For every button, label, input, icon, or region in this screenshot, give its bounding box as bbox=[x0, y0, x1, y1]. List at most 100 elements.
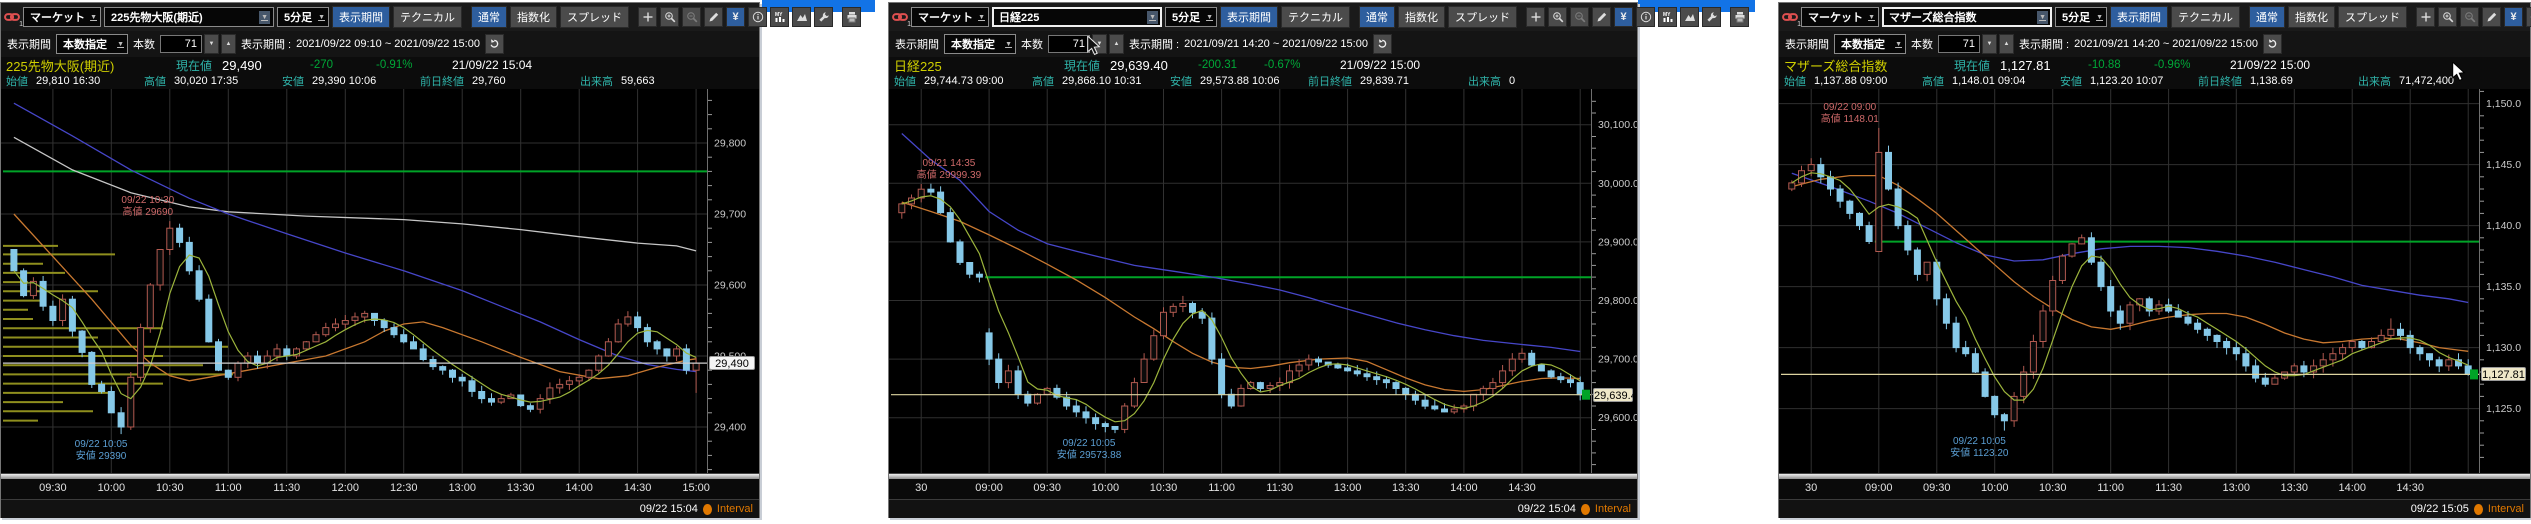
count-mode-value: 本数指定 bbox=[63, 36, 107, 52]
time-axis-label: 10:00 bbox=[91, 482, 131, 494]
chart-annotation: 09/22 10:05安値 29573.88 bbox=[1041, 438, 1137, 462]
crosshair-icon[interactable] bbox=[638, 7, 657, 27]
count-decrement-button[interactable]: ▼ bbox=[1982, 34, 1997, 54]
timeframe-select[interactable]: 5分足▼ bbox=[2055, 7, 2107, 27]
market-select[interactable]: マーケット▼ bbox=[911, 7, 989, 27]
link-group-icon[interactable]: 1 bbox=[4, 9, 20, 25]
current-price-caption: 現在値 bbox=[1064, 57, 1110, 74]
reset-period-icon[interactable] bbox=[1373, 34, 1392, 54]
crosshair-icon[interactable] bbox=[2416, 7, 2435, 27]
link-group-icon[interactable]: 1 bbox=[1782, 9, 1798, 25]
bar-count-input[interactable]: 71 bbox=[160, 35, 202, 53]
count-increment-button[interactable]: ▲ bbox=[1999, 34, 2014, 54]
ohlc-value: 1,123.20 10:07 bbox=[2090, 75, 2178, 87]
count-mode-select[interactable]: 本数指定▼ bbox=[56, 34, 128, 54]
current-price-value: 29,639.40 bbox=[1110, 58, 1198, 73]
quote-row: 日経225 現在値 29,639.40 -200.31 -0.67% 21/09… bbox=[889, 57, 1637, 73]
market-select[interactable]: マーケット▼ bbox=[23, 7, 101, 27]
ohlc-label: 始値 bbox=[6, 73, 28, 89]
timeframe-select[interactable]: 5分足▼ bbox=[1165, 7, 1217, 27]
index-mode-button[interactable]: 指数化 bbox=[1398, 6, 1445, 28]
chart-window: 1 マーケット▼ マザーズ総合指数▼ 5分足▼ 表示期間 テクニカル 通常 指数… bbox=[1778, 2, 2531, 518]
symbol-select[interactable]: 225先物大阪(期近)▼ bbox=[104, 7, 274, 27]
normal-mode-button[interactable]: 通常 bbox=[2249, 6, 2285, 28]
draw-pencil-icon[interactable] bbox=[704, 7, 723, 27]
status-bar: 09/22 15:04 Interval bbox=[889, 499, 1637, 518]
timeframe-select[interactable]: 5分足▼ bbox=[277, 7, 329, 27]
candlestick-chart[interactable]: 29,80029,70029,60029,50029,400 bbox=[1, 89, 759, 473]
info-icon[interactable] bbox=[748, 7, 767, 27]
spread-mode-button[interactable]: スプレッド bbox=[2338, 6, 2407, 28]
ohlc-value: 71,472,400 bbox=[2399, 75, 2487, 87]
yen-price-icon[interactable]: ¥ bbox=[2504, 7, 2523, 27]
status-dot-icon bbox=[1581, 504, 1590, 515]
yen-price-icon[interactable]: ¥ bbox=[726, 7, 745, 27]
draw-pencil-icon[interactable] bbox=[2482, 7, 2501, 27]
normal-mode-button[interactable]: 通常 bbox=[1359, 6, 1395, 28]
count-increment-button[interactable]: ▲ bbox=[1109, 34, 1124, 54]
candlestick-chart[interactable]: 1,150.01,145.01,140.01,135.01,130.01,125… bbox=[1779, 89, 2530, 473]
print-icon[interactable] bbox=[1730, 7, 1749, 27]
symbol-select[interactable]: 日経225▼ bbox=[992, 7, 1162, 27]
technical-button[interactable]: テクニカル bbox=[393, 6, 462, 28]
print-icon[interactable] bbox=[842, 7, 861, 27]
svg-text:29,700: 29,700 bbox=[714, 209, 746, 221]
zoom-in-icon[interactable] bbox=[1548, 7, 1567, 27]
ohlc-value: 1,148.01 09:04 bbox=[1952, 75, 2040, 87]
reset-period-icon[interactable] bbox=[485, 34, 504, 54]
count-mode-select[interactable]: 本数指定▼ bbox=[1834, 34, 1906, 54]
svg-text:29,600.0: 29,600.0 bbox=[1598, 412, 1637, 424]
settings-wrench-icon[interactable] bbox=[814, 7, 833, 27]
link-group-icon[interactable]: 1 bbox=[892, 9, 908, 25]
reset-period-icon[interactable] bbox=[2263, 34, 2282, 54]
time-axis-label: 11:30 bbox=[1260, 482, 1300, 494]
info-icon[interactable] bbox=[1636, 7, 1655, 27]
mountain-chart-icon[interactable] bbox=[792, 7, 811, 27]
chart-toolbar: 1 マーケット▼ 日経225▼ 5分足▼ 表示期間 テクニカル 通常 指数化 ス… bbox=[889, 3, 1637, 31]
settings-wrench-icon[interactable] bbox=[1702, 7, 1721, 27]
display-period-button[interactable]: 表示期間 bbox=[332, 6, 390, 28]
display-period-button[interactable]: 表示期間 bbox=[2110, 6, 2168, 28]
svg-text:29,900.0: 29,900.0 bbox=[1598, 236, 1637, 248]
index-mode-button[interactable]: 指数化 bbox=[510, 6, 557, 28]
time-axis-label: 11:30 bbox=[267, 482, 307, 494]
svg-text:30,100.0: 30,100.0 bbox=[1598, 119, 1637, 131]
zoom-in-icon[interactable] bbox=[660, 7, 679, 27]
time-axis-label: 14:30 bbox=[2390, 482, 2430, 494]
mountain-chart-icon[interactable] bbox=[1680, 7, 1699, 27]
technical-button[interactable]: テクニカル bbox=[1281, 6, 1350, 28]
info-icon[interactable] bbox=[2526, 7, 2531, 27]
crosshair-icon[interactable] bbox=[1526, 7, 1545, 27]
bar-count-input[interactable]: 71 bbox=[1938, 35, 1980, 53]
yen-price-icon[interactable]: ¥ bbox=[1614, 7, 1633, 27]
chart-area[interactable]: 1,150.01,145.01,140.01,135.01,130.01,125… bbox=[1779, 89, 2530, 473]
count-mode-select[interactable]: 本数指定▼ bbox=[944, 34, 1016, 54]
time-axis-label: 13:00 bbox=[442, 482, 482, 494]
bar-count-label: 本数 bbox=[1021, 36, 1043, 52]
spread-mode-button[interactable]: スプレッド bbox=[560, 6, 629, 28]
index-mode-button[interactable]: 指数化 bbox=[2288, 6, 2335, 28]
my-chart-icon[interactable]: MY bbox=[770, 7, 789, 27]
chart-area[interactable]: 29,80029,70029,60029,50029,40009/22 10:3… bbox=[1, 89, 759, 473]
time-axis-label: 09:30 bbox=[33, 482, 73, 494]
period-range-value: 2021/09/21 14:20 ~ 2021/09/22 15:00 bbox=[1184, 38, 1368, 50]
count-decrement-button[interactable]: ▼ bbox=[204, 34, 219, 54]
svg-text:1,140.0: 1,140.0 bbox=[2486, 220, 2521, 232]
market-select[interactable]: マーケット▼ bbox=[1801, 7, 1879, 27]
current-price-label: 29,490 bbox=[709, 356, 755, 370]
chart-area[interactable]: 30,100.030,000.029,900.029,800.029,700.0… bbox=[889, 89, 1637, 473]
ohlc-row: 始値1,137.88 09:00高値1,148.01 09:04安値1,123.… bbox=[1779, 73, 2530, 89]
zoom-in-icon[interactable] bbox=[2438, 7, 2457, 27]
bar-count-input[interactable]: 71 bbox=[1048, 35, 1090, 53]
count-increment-button[interactable]: ▲ bbox=[221, 34, 236, 54]
spread-mode-button[interactable]: スプレッド bbox=[1448, 6, 1517, 28]
normal-mode-button[interactable]: 通常 bbox=[471, 6, 507, 28]
display-period-button[interactable]: 表示期間 bbox=[1220, 6, 1278, 28]
my-chart-icon[interactable]: MY bbox=[1658, 7, 1677, 27]
symbol-select[interactable]: マザーズ総合指数▼ bbox=[1882, 7, 2052, 27]
time-axis-label: 13:30 bbox=[2274, 482, 2314, 494]
period-label: 表示期間 bbox=[7, 36, 51, 52]
draw-pencil-icon[interactable] bbox=[1592, 7, 1611, 27]
candlestick-chart[interactable]: 30,100.030,000.029,900.029,800.029,700.0… bbox=[889, 89, 1637, 473]
technical-button[interactable]: テクニカル bbox=[2171, 6, 2240, 28]
